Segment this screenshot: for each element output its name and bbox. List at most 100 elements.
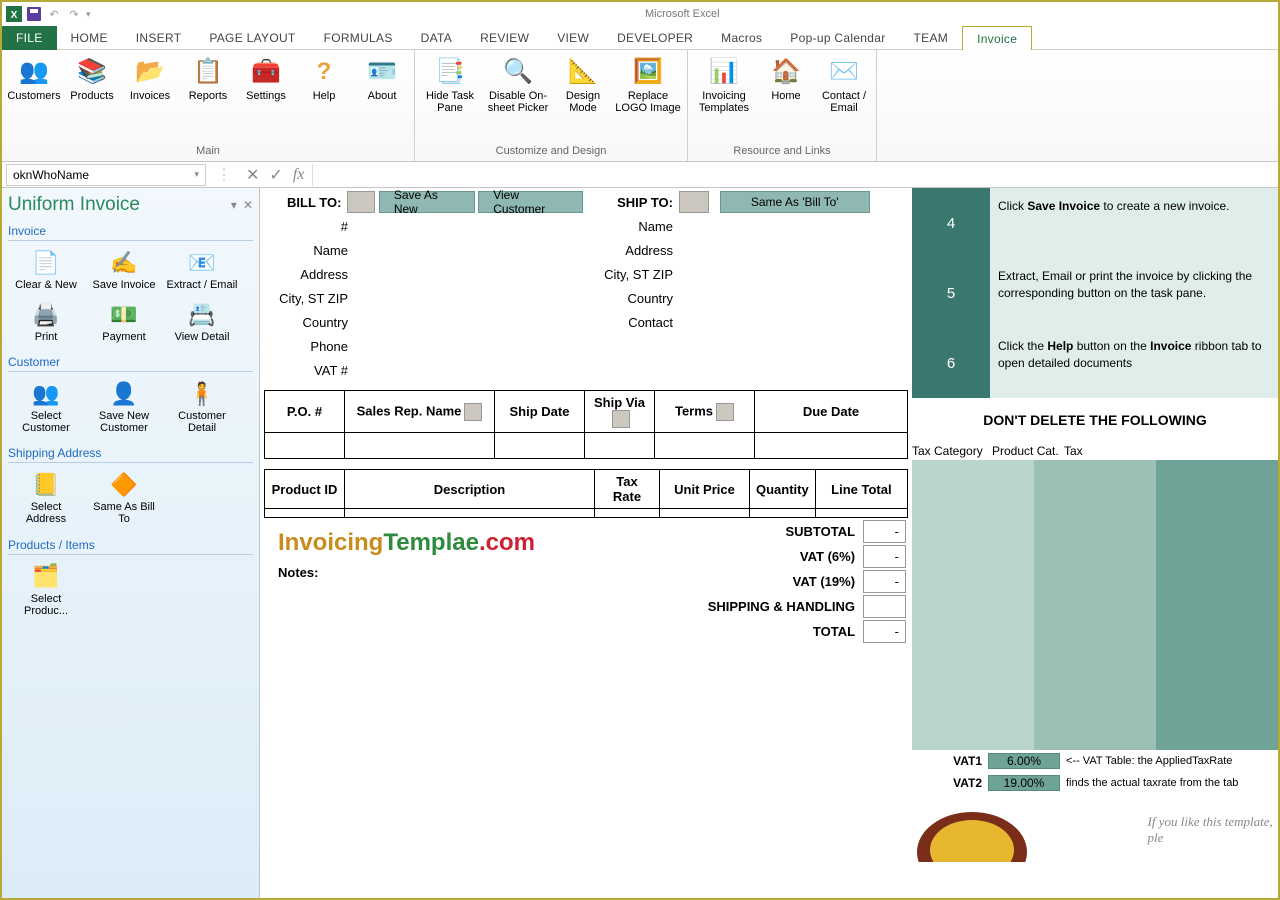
save-invoice-button[interactable]: ✍️Save Invoice (86, 245, 162, 295)
bill-selector[interactable] (347, 191, 375, 213)
save-icon[interactable] (26, 6, 42, 22)
ribbon: 👥Customers 📚Products 📂Invoices 📋Reports … (2, 50, 1278, 162)
contact-email-button[interactable]: ✉️Contact / Email (816, 52, 872, 118)
cell[interactable] (495, 433, 585, 459)
products-button[interactable]: 📚Products (64, 52, 120, 106)
close-icon[interactable]: ✕ (243, 198, 253, 212)
tab-insert[interactable]: INSERT (122, 26, 196, 50)
home-link-button[interactable]: 🏠Home (758, 52, 814, 106)
extract-email-button[interactable]: 📧Extract / Email (164, 245, 240, 295)
col-total: Line Total (815, 470, 907, 509)
tab-review[interactable]: REVIEW (466, 26, 543, 50)
mail-out-icon: 📧 (185, 249, 219, 277)
view-customer-button[interactable]: View Customer (478, 191, 583, 213)
select-customer-button[interactable]: 👥Select Customer (8, 376, 84, 438)
name-box[interactable]: oknWhoName ▾ (6, 164, 206, 186)
shipping-value[interactable] (863, 595, 906, 618)
logo: InvoicingTemplae.com (272, 523, 580, 563)
cell[interactable] (345, 509, 595, 518)
label: Home (771, 90, 800, 102)
design-icon: 📐 (567, 56, 599, 88)
total-value: - (863, 620, 906, 643)
tab-data[interactable]: DATA (407, 26, 466, 50)
settings-button[interactable]: 🧰Settings (238, 52, 294, 106)
same-as-bill-button[interactable]: 🔶Same As Bill To (86, 467, 162, 529)
tab-file[interactable]: FILE (2, 26, 57, 50)
ship-selector[interactable] (679, 191, 709, 213)
cell[interactable] (750, 509, 816, 518)
replace-logo-button[interactable]: 🖼️Replace LOGO Image (613, 52, 683, 118)
menu-tabs: FILE HOME INSERT PAGE LAYOUT FORMULAS DA… (2, 26, 1278, 50)
customers-button[interactable]: 👥Customers (6, 52, 62, 106)
vat6-label: VAT (6%) (588, 545, 861, 568)
like-template-text: If you like this template, ple (1048, 794, 1278, 862)
print-button[interactable]: 🖨️Print (8, 297, 84, 347)
group-label: Main (6, 145, 410, 159)
fx-icon[interactable]: fx (293, 166, 305, 184)
via-selector[interactable] (612, 410, 630, 428)
pane-icon: 📑 (434, 56, 466, 88)
clear-new-button[interactable]: 📄Clear & New (8, 245, 84, 295)
same-as-bill-to-button[interactable]: Same As 'Bill To' (720, 191, 870, 213)
notes-label: Notes: (272, 563, 580, 582)
chevron-down-icon[interactable]: ▾ (194, 169, 199, 180)
address-icon: 📒 (29, 471, 63, 499)
about-button[interactable]: 🪪About (354, 52, 410, 106)
redo-icon[interactable]: ↷ (66, 6, 82, 22)
col-po: P.O. # (265, 391, 345, 433)
invoices-button[interactable]: 📂Invoices (122, 52, 178, 106)
undo-icon[interactable]: ↶ (46, 6, 62, 22)
save-new-customer-button[interactable]: 👤Save New Customer (86, 376, 162, 438)
tab-popup-calendar[interactable]: Pop-up Calendar (776, 26, 899, 50)
tab-team[interactable]: TEAM (900, 26, 963, 50)
reports-button[interactable]: 📋Reports (180, 52, 236, 106)
tab-home[interactable]: HOME (57, 26, 122, 50)
name-box-value: oknWhoName (13, 168, 89, 182)
tab-formulas[interactable]: FORMULAS (310, 26, 407, 50)
label: Clear & New (15, 279, 77, 291)
cell[interactable] (755, 433, 908, 459)
customer-detail-button[interactable]: 🧍Customer Detail (164, 376, 240, 438)
cell[interactable] (265, 433, 345, 459)
disable-picker-button[interactable]: 🔍Disable On-sheet Picker (483, 52, 553, 118)
tab-developer[interactable]: DEVELOPER (603, 26, 707, 50)
payment-button[interactable]: 💵Payment (86, 297, 162, 347)
section-shipping: Shipping Address (8, 444, 253, 463)
hide-taskpane-button[interactable]: 📑Hide Task Pane (419, 52, 481, 118)
cell[interactable] (660, 509, 750, 518)
tab-macros[interactable]: Macros (707, 26, 776, 50)
tab-view[interactable]: VIEW (543, 26, 603, 50)
save-as-new-button[interactable]: Save As New (379, 191, 475, 213)
terms-selector[interactable] (716, 403, 734, 421)
col-price: Unit Price (660, 470, 750, 509)
help-button[interactable]: ?Help (296, 52, 352, 106)
rep-selector[interactable] (464, 403, 482, 421)
tab-invoice[interactable]: Invoice (962, 26, 1032, 50)
select-product-button[interactable]: 🗂️Select Produc... (8, 559, 84, 621)
chevron-down-icon[interactable]: ▾ (231, 198, 237, 212)
label: Disable On-sheet Picker (485, 90, 551, 114)
cell[interactable] (265, 509, 345, 518)
worksheet[interactable]: BILL TO: Save As New View Customer # Nam… (260, 188, 1278, 898)
cell[interactable] (815, 509, 907, 518)
cell[interactable] (595, 509, 660, 518)
tab-page-layout[interactable]: PAGE LAYOUT (195, 26, 309, 50)
copy-icon: 🔶 (107, 471, 141, 499)
select-address-button[interactable]: 📒Select Address (8, 467, 84, 529)
tip-number: 4 (912, 188, 990, 258)
vat1-row: VAT16.00%<-- VAT Table: the AppliedTaxRa… (912, 750, 1278, 772)
view-detail-button[interactable]: 📇View Detail (164, 297, 240, 347)
invoicing-templates-button[interactable]: 📊Invoicing Templates (692, 52, 756, 118)
label: Invoices (130, 90, 170, 102)
cell[interactable] (585, 433, 655, 459)
enter-icon[interactable]: ✓ (269, 165, 282, 185)
cell[interactable] (655, 433, 755, 459)
tips-sidebar: 4Click Save Invoice to create a new invo… (912, 188, 1278, 862)
cancel-icon[interactable]: ✕ (246, 165, 259, 185)
cell[interactable] (345, 433, 495, 459)
vat6-value: - (863, 545, 906, 568)
formula-input[interactable] (312, 164, 1278, 186)
design-mode-button[interactable]: 📐Design Mode (555, 52, 611, 118)
workspace: Uniform Invoice ▾✕ Invoice 📄Clear & New … (2, 188, 1278, 898)
col-desc: Description (345, 470, 595, 509)
